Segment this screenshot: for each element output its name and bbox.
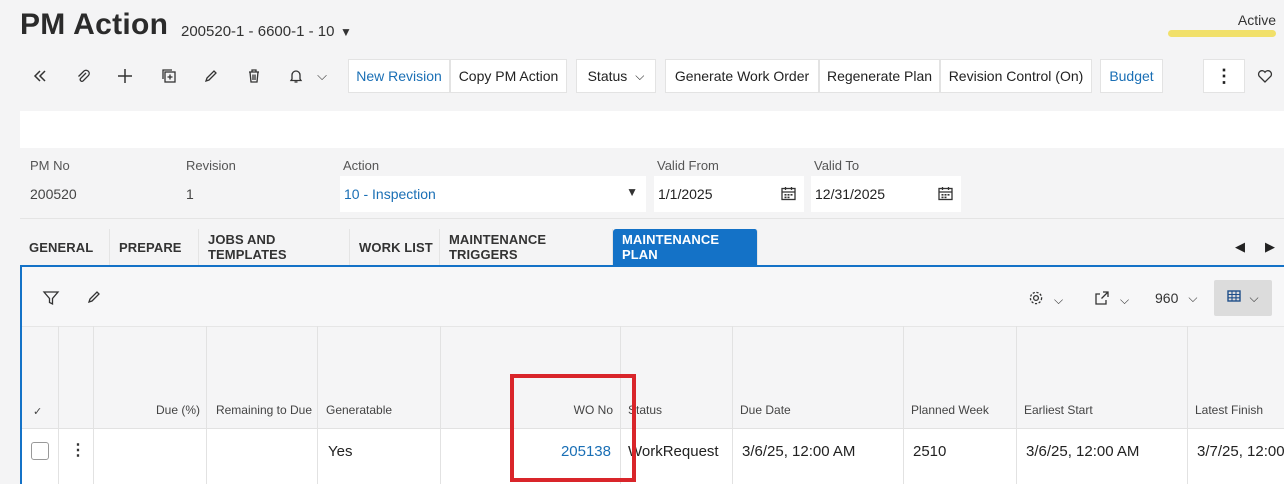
column-header-planned-week[interactable]: Planned Week bbox=[911, 403, 989, 417]
cell-planned-week: 2510 bbox=[913, 443, 947, 460]
column-divider bbox=[903, 326, 904, 484]
action-label: Action bbox=[343, 158, 380, 173]
column-header-status[interactable]: Status bbox=[628, 403, 662, 417]
form-card-header bbox=[20, 111, 1284, 148]
column-divider bbox=[1187, 326, 1188, 484]
chevron-down-icon: ⌵ bbox=[635, 68, 645, 83]
status-indicator-bar bbox=[1168, 30, 1276, 37]
row-more-vertical-icon[interactable]: ⋮ bbox=[70, 440, 86, 460]
plus-icon[interactable] bbox=[113, 64, 137, 88]
page-size-select[interactable]: 960 ⌵ bbox=[1155, 290, 1197, 306]
tab-scroll-right-icon[interactable]: ▶ bbox=[1265, 239, 1275, 255]
caret-down-icon: ▼ bbox=[626, 185, 638, 199]
tab-general[interactable]: GENERAL bbox=[20, 229, 110, 265]
grid-settings-button[interactable]: ⌵ bbox=[1028, 290, 1063, 310]
valid-from-label: Valid From bbox=[657, 158, 719, 173]
valid-from-input[interactable]: 1/1/2025 bbox=[654, 176, 804, 212]
status-dropdown-button[interactable]: Status ⌵ bbox=[576, 59, 656, 93]
column-divider bbox=[620, 326, 621, 484]
filter-icon[interactable] bbox=[42, 289, 60, 307]
new-revision-button[interactable]: New Revision bbox=[348, 59, 450, 93]
pencil-icon[interactable] bbox=[86, 289, 102, 305]
double-chevron-left-icon[interactable] bbox=[28, 64, 52, 88]
column-divider bbox=[58, 326, 59, 484]
tab-prepare[interactable]: PREPARE bbox=[110, 229, 199, 265]
column-divider bbox=[317, 326, 318, 484]
valid-to-label: Valid To bbox=[814, 158, 860, 173]
tab-maintenance-triggers[interactable]: MAINTENANCE TRIGGERS bbox=[440, 229, 613, 265]
export-button[interactable]: ⌵ bbox=[1094, 290, 1129, 310]
valid-from-value: 1/1/2025 bbox=[658, 186, 713, 202]
duplicate-icon[interactable] bbox=[157, 64, 181, 88]
column-divider bbox=[1016, 326, 1017, 484]
valid-to-value: 12/31/2025 bbox=[815, 186, 886, 202]
cell-status: WorkRequest bbox=[628, 443, 719, 460]
cell-latest-finish: 3/7/25, 12:00 AM bbox=[1197, 443, 1284, 460]
column-header-wo-no[interactable]: WO No bbox=[520, 403, 613, 417]
column-header-earliest-start[interactable]: Earliest Start bbox=[1024, 403, 1093, 417]
cell-earliest-start: 3/6/25, 12:00 AM bbox=[1026, 443, 1140, 460]
regenerate-plan-button[interactable]: Regenerate Plan bbox=[819, 59, 940, 93]
revision-label: Revision bbox=[186, 158, 236, 173]
pm-no-value: 200520 bbox=[30, 186, 77, 202]
valid-to-input[interactable]: 12/31/2025 bbox=[811, 176, 961, 212]
page-size-value: 960 bbox=[1155, 290, 1179, 306]
column-divider bbox=[93, 326, 94, 484]
column-header-generatable[interactable]: Generatable bbox=[326, 403, 392, 417]
cell-generatable: Yes bbox=[328, 443, 353, 460]
budget-button[interactable]: Budget bbox=[1100, 59, 1163, 93]
select-all-checkmark-icon[interactable]: ✓ bbox=[33, 405, 42, 418]
pm-no-label: PM No bbox=[30, 158, 70, 173]
table-view-icon bbox=[1227, 289, 1242, 308]
bell-icon[interactable] bbox=[284, 64, 308, 88]
action-select[interactable]: 10 - Inspection ▼ bbox=[340, 176, 646, 212]
chevron-down-icon: ⌵ bbox=[1054, 292, 1064, 307]
trash-icon[interactable] bbox=[242, 64, 266, 88]
pm-action-page: PM Action 200520-1 - 6600-1 - 10 ▼ Activ… bbox=[0, 0, 1284, 484]
export-icon bbox=[1094, 290, 1110, 310]
column-divider bbox=[732, 326, 733, 484]
record-selector[interactable]: 200520-1 - 6600-1 - 10 bbox=[181, 23, 334, 40]
tab-scroll-left-icon[interactable]: ◀ bbox=[1235, 239, 1245, 255]
chevron-down-icon[interactable]: ⌵ bbox=[310, 64, 334, 88]
cell-wo-no-link[interactable]: 205138 bbox=[520, 443, 611, 460]
column-header-due-date[interactable]: Due Date bbox=[740, 403, 791, 417]
action-select-value: 10 - Inspection bbox=[344, 186, 436, 202]
revision-control-button[interactable]: Revision Control (On) bbox=[940, 59, 1092, 93]
status-badge: Active bbox=[1237, 12, 1276, 28]
column-header-due-pct[interactable]: Due (%) bbox=[110, 403, 200, 417]
copy-pm-action-button[interactable]: Copy PM Action bbox=[450, 59, 567, 93]
tab-jobs-and-templates[interactable]: JOBS AND TEMPLATES bbox=[199, 229, 350, 265]
column-divider bbox=[440, 326, 441, 484]
heart-icon[interactable] bbox=[1253, 64, 1277, 88]
view-mode-button[interactable]: ⌵ bbox=[1214, 280, 1272, 316]
column-header-latest-finish[interactable]: Latest Finish bbox=[1195, 403, 1263, 417]
tab-work-list[interactable]: WORK LIST bbox=[350, 229, 440, 265]
caret-down-icon[interactable]: ▼ bbox=[340, 25, 352, 39]
column-header-remaining-to-due[interactable]: Remaining to Due bbox=[206, 403, 312, 417]
page-title: PM Action bbox=[20, 8, 169, 41]
status-button-label: Status bbox=[587, 68, 628, 84]
chevron-down-icon: ⌵ bbox=[1120, 292, 1130, 307]
cell-due-date: 3/6/25, 12:00 AM bbox=[742, 443, 856, 460]
tab-maintenance-plan[interactable]: MAINTENANCE PLAN bbox=[613, 229, 758, 265]
generate-work-order-button[interactable]: Generate Work Order bbox=[665, 59, 819, 93]
calendar-icon[interactable] bbox=[938, 186, 953, 204]
gear-icon bbox=[1028, 290, 1044, 310]
paperclip-icon[interactable] bbox=[71, 64, 95, 88]
revision-value: 1 bbox=[186, 186, 194, 202]
chevron-down-icon: ⌵ bbox=[1188, 290, 1198, 305]
more-vertical-icon[interactable]: ⋮ bbox=[1203, 59, 1245, 93]
pencil-icon[interactable] bbox=[199, 64, 223, 88]
chevron-down-icon: ⌵ bbox=[1249, 290, 1259, 305]
calendar-icon[interactable] bbox=[781, 186, 796, 204]
row-select-checkbox[interactable] bbox=[31, 442, 49, 460]
